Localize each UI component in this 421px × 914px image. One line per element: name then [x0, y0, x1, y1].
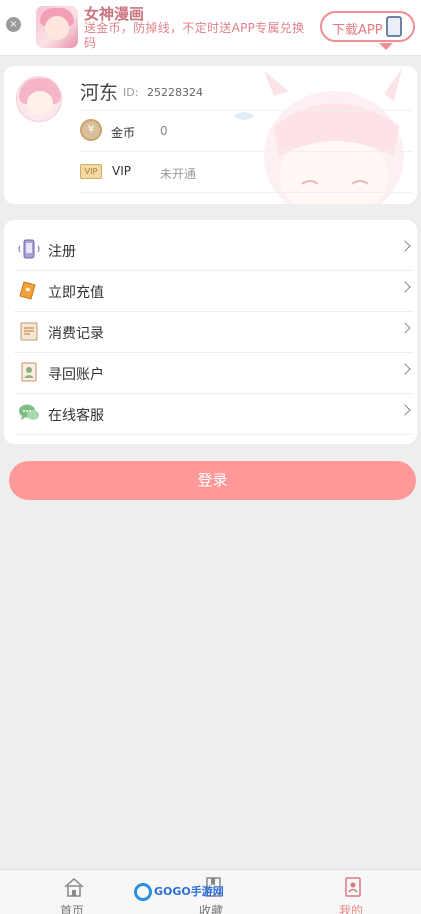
- app-logo: [36, 6, 78, 48]
- tab-label: 首页: [59, 904, 84, 914]
- download-app-button[interactable]: 下载APP: [320, 11, 415, 50]
- watermark-g-icon: [134, 883, 152, 901]
- coin-label: 金币: [111, 126, 136, 140]
- close-banner-icon[interactable]: ×: [6, 17, 21, 32]
- menu-item-recharge[interactable]: 立即充值: [14, 271, 413, 312]
- tab-label: 收藏: [198, 904, 223, 914]
- user-id-label: ID:: [123, 86, 139, 99]
- tab-mine[interactable]: 我的: [281, 870, 421, 914]
- app-download-banner: × 女神漫画 送金币，防掉线，不定时送APP专属兑换码 下载APP: [0, 0, 421, 56]
- user-avatar[interactable]: [16, 76, 62, 122]
- watermark-text: GOGO手游网: [154, 885, 224, 898]
- user-id-value: 25228324: [147, 86, 203, 99]
- menu-item-recover-account[interactable]: 寻回账户: [14, 353, 413, 394]
- tab-label: 我的: [338, 904, 363, 914]
- login-button[interactable]: 登录: [9, 461, 416, 500]
- menu-item-customer-service[interactable]: 在线客服: [14, 394, 413, 435]
- profile-book-icon: [345, 877, 361, 897]
- chevron-right-icon: [399, 281, 411, 293]
- menu-item-label: 注册: [48, 244, 76, 260]
- menu-item-label: 消费记录: [48, 326, 104, 342]
- coin-icon: ¥: [80, 119, 102, 141]
- chevron-right-icon: [399, 322, 411, 334]
- recharge-ticket-icon: [19, 281, 36, 300]
- chevron-right-icon: [399, 404, 411, 416]
- home-icon: [64, 877, 84, 897]
- divider: [80, 151, 412, 152]
- gogo-watermark-logo: GOGO手游网: [134, 881, 224, 903]
- profile-card: 河东 ID: 25228324 ¥ 金币 0 VIP VIP 未开通: [4, 66, 417, 204]
- menu-item-label: 立即充值: [48, 285, 104, 301]
- chat-service-icon: [19, 404, 39, 420]
- banner-description: 送金币，防掉线，不定时送APP专属兑换码: [84, 21, 305, 50]
- account-menu: 注册 立即充值 消费记录 寻回账户 在线客服: [4, 220, 417, 444]
- divider: [80, 110, 412, 111]
- recover-account-icon: [21, 362, 37, 382]
- menu-item-label: 在线客服: [48, 408, 104, 424]
- menu-item-records[interactable]: 消费记录: [14, 312, 413, 353]
- record-icon: [20, 322, 38, 341]
- user-nickname: 河东: [80, 82, 119, 104]
- chevron-right-icon: [399, 363, 411, 375]
- anime-girl-background-icon: [234, 68, 404, 204]
- phone-icon: [386, 16, 402, 37]
- vip-status: 未开通: [160, 167, 197, 181]
- tab-home[interactable]: 首页: [2, 870, 142, 914]
- register-phone-icon: [18, 239, 40, 259]
- coin-balance: 0: [160, 124, 168, 138]
- vip-label: VIP: [112, 164, 131, 178]
- download-app-label: 下载APP: [332, 23, 383, 38]
- divider: [80, 192, 412, 193]
- menu-item-register[interactable]: 注册: [14, 230, 413, 271]
- chevron-right-icon: [399, 240, 411, 252]
- menu-item-label: 寻回账户: [48, 367, 104, 383]
- vip-icon: VIP: [80, 164, 102, 179]
